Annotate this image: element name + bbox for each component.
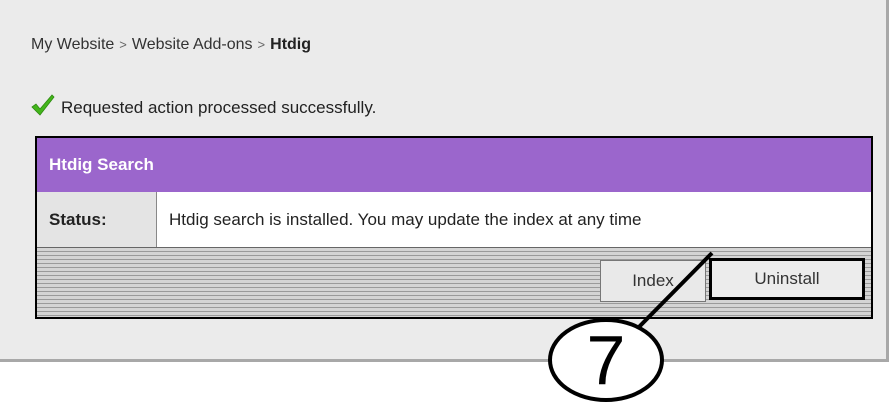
breadcrumb: My Website > Website Add-ons > Htdig [31, 36, 311, 54]
breadcrumb-my-website[interactable]: My Website [31, 36, 114, 53]
breadcrumb-separator: > [119, 37, 127, 52]
checkmark-icon [31, 94, 55, 116]
box-title: Htdig Search [37, 138, 871, 192]
status-value: Htdig search is installed. You may updat… [157, 192, 871, 247]
breadcrumb-website-addons[interactable]: Website Add-ons [132, 36, 253, 53]
status-row: Status: Htdig search is installed. You m… [37, 192, 871, 247]
callout-number: 7 [586, 321, 626, 399]
button-bar: Index Uninstall [37, 247, 871, 317]
content-panel: My Website > Website Add-ons > Htdig Request… [0, 0, 889, 362]
success-message-text: Requested action processed successfully. [61, 98, 377, 117]
uninstall-button[interactable]: Uninstall [709, 258, 865, 300]
status-label: Status: [37, 192, 157, 247]
breadcrumb-separator: > [257, 37, 266, 52]
htdig-search-box: Htdig Search Status: Htdig search is ins… [35, 136, 873, 319]
index-button[interactable]: Index [600, 260, 706, 302]
breadcrumb-current: Htdig [270, 36, 312, 53]
